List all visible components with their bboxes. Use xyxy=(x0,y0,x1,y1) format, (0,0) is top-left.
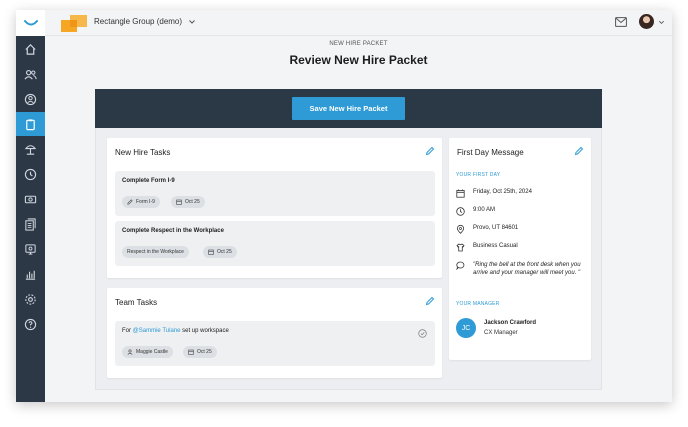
user-avatar[interactable] xyxy=(639,14,654,29)
sidebar-item-time-off[interactable] xyxy=(16,137,45,161)
task-title: Complete Respect in the Workplace xyxy=(122,228,224,234)
your-manager-label: YOUR MANAGER xyxy=(456,301,500,307)
pen-icon xyxy=(127,199,133,205)
edit-pencil-icon[interactable] xyxy=(425,146,435,156)
team-task-text: For @Sammie Tulane set up workspace xyxy=(122,328,229,334)
team-tasks-card: Team Tasks For @Sammie Tulane set up wor… xyxy=(107,288,442,378)
sidebar-item-help[interactable] xyxy=(16,312,45,336)
sidebar-item-documents[interactable] xyxy=(16,212,45,236)
calendar-icon xyxy=(176,199,182,205)
edit-pencil-icon[interactable] xyxy=(425,296,435,306)
calendar-icon xyxy=(456,189,465,198)
first-day-message-card: First Day Message YOUR FIRST DAY Friday,… xyxy=(449,138,591,360)
clock-icon xyxy=(456,207,465,216)
team-task-item[interactable]: For @Sammie Tulane set up workspace Magg… xyxy=(115,321,435,366)
assignee-name: Maggie Castle xyxy=(136,349,168,355)
due-date: Oct 25 xyxy=(217,249,232,255)
edit-pencil-icon[interactable] xyxy=(574,146,584,156)
mail-icon[interactable] xyxy=(615,17,627,27)
dress-code-text: Business Casual xyxy=(473,243,518,249)
task-title: Complete Form I-9 xyxy=(122,178,175,184)
new-hire-tasks-card: New Hire Tasks Complete Form I-9 Form I-… xyxy=(107,138,442,278)
person-search-icon xyxy=(24,93,37,105)
home-icon xyxy=(25,43,36,55)
due-date-chip[interactable]: Oct 25 xyxy=(203,246,237,258)
chip-label: Form I-9 xyxy=(136,199,155,205)
task-item[interactable]: Complete Respect in the Workplace Respec… xyxy=(115,221,435,266)
sidebar-item-time[interactable] xyxy=(16,162,45,186)
clock-icon xyxy=(24,168,37,180)
sidebar-item-onboarding[interactable] xyxy=(16,112,45,136)
sidebar-item-performance[interactable] xyxy=(16,237,45,261)
sidebar-item-people[interactable] xyxy=(16,62,45,86)
company-logo-icon xyxy=(61,15,87,32)
sidebar-item-person-search[interactable] xyxy=(16,87,45,111)
sidebar-item-payroll[interactable] xyxy=(16,187,45,211)
smile-logo-icon xyxy=(23,20,38,26)
course-chip[interactable]: Respect in the Workplace xyxy=(122,246,189,258)
card-title: Team Tasks xyxy=(115,298,158,307)
sidebar-item-settings[interactable] xyxy=(16,287,45,311)
dress-code: Business Casual xyxy=(456,243,586,252)
organization-name[interactable]: Rectangle Group (demo) xyxy=(94,17,182,26)
card-title: New Hire Tasks xyxy=(115,148,171,157)
app-window: Rectangle Group (demo) NEW HIRE PACKET R… xyxy=(16,10,672,402)
first-day-note: "Ring the bell at the front desk when yo… xyxy=(456,261,586,277)
card-title: First Day Message xyxy=(457,148,524,157)
save-new-hire-packet-button[interactable]: Save New Hire Packet xyxy=(292,97,405,120)
first-day-time: 9:00 AM xyxy=(456,207,586,216)
due-date: Oct 25 xyxy=(197,349,212,355)
sidebar-item-home[interactable] xyxy=(16,37,45,61)
first-day-message-text: "Ring the bell at the front desk when yo… xyxy=(473,262,581,276)
location-pin-icon xyxy=(456,225,465,234)
form-chip[interactable]: Form I-9 xyxy=(122,196,160,208)
action-banner: Save New Hire Packet xyxy=(95,89,602,128)
first-day-time-text: 9:00 AM xyxy=(473,207,496,213)
account-chevron-icon[interactable] xyxy=(658,19,665,26)
page-eyebrow: NEW HIRE PACKET xyxy=(329,41,388,47)
check-circle-icon[interactable] xyxy=(418,329,427,338)
top-bar: Rectangle Group (demo) xyxy=(45,10,672,36)
your-first-day-label: YOUR FIRST DAY xyxy=(456,172,501,178)
task-suffix: set up workspace xyxy=(182,328,229,334)
shirt-icon xyxy=(456,243,465,252)
task-prefix: For xyxy=(122,328,131,334)
mention-link[interactable]: @Sammie Tulane xyxy=(133,328,181,334)
help-icon xyxy=(24,318,37,330)
assignee-chip[interactable]: Maggie Castle xyxy=(122,346,173,358)
page-title: Review New Hire Packet xyxy=(289,53,428,67)
first-day-date: Friday, Oct 25th, 2024 xyxy=(456,189,586,198)
due-date-chip[interactable]: Oct 25 xyxy=(171,196,205,208)
clipboard-icon xyxy=(26,118,35,130)
first-day-location-text: Provo, UT 84601 xyxy=(473,225,519,231)
money-icon xyxy=(24,195,37,203)
due-date-chip[interactable]: Oct 25 xyxy=(183,346,217,358)
sidebar-item-reports[interactable] xyxy=(16,262,45,286)
due-date: Oct 25 xyxy=(185,199,200,205)
calendar-icon xyxy=(188,349,194,355)
calendar-icon xyxy=(208,249,214,255)
performance-icon xyxy=(25,243,36,255)
chip-label: Respect in the Workplace xyxy=(127,249,184,255)
chat-bubble-icon xyxy=(456,261,465,270)
first-day-location: Provo, UT 84601 xyxy=(456,225,586,234)
people-icon xyxy=(24,69,37,80)
app-logo[interactable] xyxy=(16,10,45,36)
task-item[interactable]: Complete Form I-9 Form I-9 Oct 25 xyxy=(115,171,435,216)
manager-avatar[interactable]: JC xyxy=(456,318,476,338)
sidebar xyxy=(16,10,45,402)
documents-icon xyxy=(25,217,36,231)
beach-icon xyxy=(24,144,37,155)
chevron-down-icon[interactable] xyxy=(188,18,196,26)
reports-icon xyxy=(25,270,36,280)
manager-title: CX Manager xyxy=(484,330,518,336)
person-icon xyxy=(127,349,133,355)
settings-icon xyxy=(25,293,36,305)
first-day-date-text: Friday, Oct 25th, 2024 xyxy=(473,189,532,195)
manager-name: Jackson Crawford xyxy=(484,320,537,326)
